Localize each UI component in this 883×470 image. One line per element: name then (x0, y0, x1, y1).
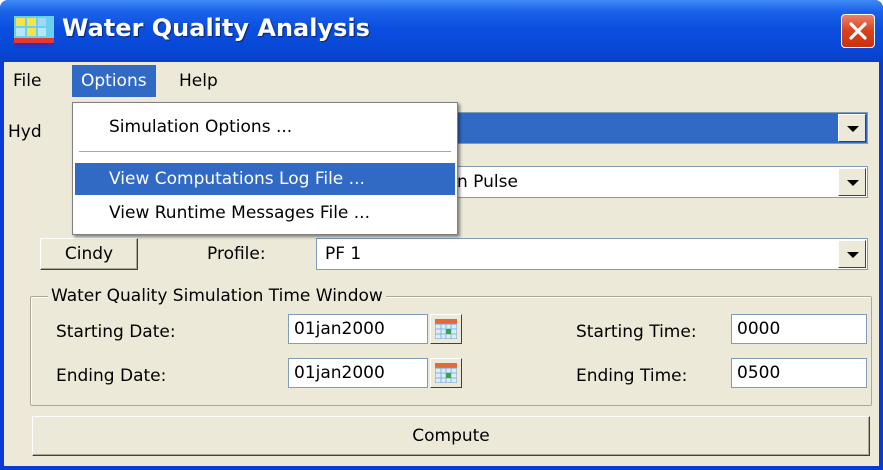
plan-value: n Pulse (457, 172, 518, 192)
menu-bar: File Options Help (4, 62, 879, 98)
starting-date-calendar-button[interactable] (430, 314, 462, 344)
close-icon (849, 22, 867, 40)
app-window: Water Quality Analysis File Options Help… (0, 0, 883, 470)
menu-help[interactable]: Help (170, 65, 227, 97)
starting-time-field[interactable]: 0000 (731, 314, 867, 344)
dialog-client-area: File Options Help Hyd n Pulse Cindy Prof… (4, 62, 879, 466)
starting-time-label: Starting Time: (576, 322, 697, 342)
menu-item-simulation-options[interactable]: Simulation Options ... (75, 111, 455, 143)
ending-time-label: Ending Time: (576, 366, 688, 386)
profile-value: PF 1 (325, 244, 362, 264)
dropdown-arrow-icon[interactable] (838, 168, 866, 196)
app-grid-icon (14, 16, 54, 48)
compute-button[interactable]: Compute (32, 416, 870, 456)
calendar-icon (435, 319, 457, 339)
ending-date-field[interactable]: 01jan2000 (288, 358, 428, 388)
menu-item-view-computations-log[interactable]: View Computations Log File ... (75, 163, 455, 195)
starting-date-field[interactable]: 01jan2000 (288, 314, 428, 344)
options-dropdown-menu: Simulation Options ... View Computations… (72, 102, 458, 235)
menu-separator (79, 151, 451, 153)
cindy-button[interactable]: Cindy (40, 238, 138, 270)
time-window-title: Water Quality Simulation Time Window (48, 286, 386, 306)
menu-options[interactable]: Options (72, 65, 156, 97)
profile-label: Profile: (207, 244, 266, 264)
close-button[interactable] (841, 14, 875, 48)
calendar-icon (435, 363, 457, 383)
time-window-group (30, 296, 872, 406)
ending-date-calendar-button[interactable] (430, 358, 462, 388)
menu-item-view-runtime-messages[interactable]: View Runtime Messages File ... (75, 197, 455, 229)
profile-combo[interactable]: PF 1 (316, 238, 868, 270)
ending-date-label: Ending Date: (56, 366, 167, 386)
starting-date-label: Starting Date: (56, 322, 176, 342)
title-bar[interactable]: Water Quality Analysis (0, 0, 883, 62)
menu-file[interactable]: File (4, 65, 50, 97)
dropdown-arrow-icon[interactable] (838, 114, 866, 142)
hydraulics-label: Hyd (8, 122, 42, 142)
ending-time-field[interactable]: 0500 (731, 358, 867, 388)
window-title: Water Quality Analysis (62, 14, 370, 42)
dropdown-arrow-icon[interactable] (838, 240, 866, 268)
